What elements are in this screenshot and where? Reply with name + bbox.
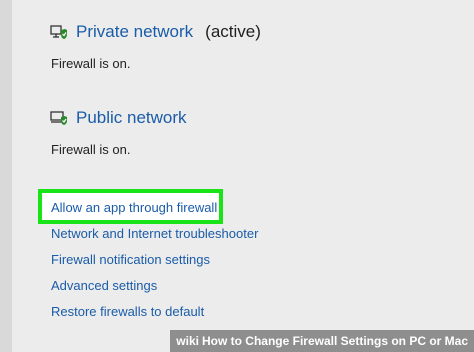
private-network-status: Firewall is on. [51,56,131,71]
firewall-notification-settings-link[interactable]: Firewall notification settings [51,250,258,276]
private-network-title[interactable]: Private network [76,22,193,42]
allow-app-through-firewall-link[interactable]: Allow an app through firewall [51,198,258,224]
network-troubleshooter-link[interactable]: Network and Internet troubleshooter [51,224,258,250]
public-network-status: Firewall is on. [51,142,131,157]
advanced-settings-link[interactable]: Advanced settings [51,276,258,302]
wikihow-watermark: wiki How to Change Firewall Settings on … [170,330,474,352]
public-network-shield-icon [50,111,67,125]
public-network-header: Public network [50,104,187,132]
public-network-title[interactable]: Public network [76,108,187,128]
private-network-shield-icon [50,25,67,39]
private-network-active-label: (active) [205,22,261,41]
private-network-header: Private network (active) [50,18,261,46]
left-edge-strip [0,0,12,352]
wikihow-title: How to Change Firewall Settings on PC or… [201,334,468,348]
restore-firewalls-default-link[interactable]: Restore firewalls to default [51,302,258,328]
private-network-section: Private network (active) Firewall is on. [50,18,261,71]
wikihow-logo: wiki [176,334,199,348]
firewall-links-list: Allow an app through firewall Network an… [51,198,258,328]
public-network-section: Public network Firewall is on. [50,104,187,157]
